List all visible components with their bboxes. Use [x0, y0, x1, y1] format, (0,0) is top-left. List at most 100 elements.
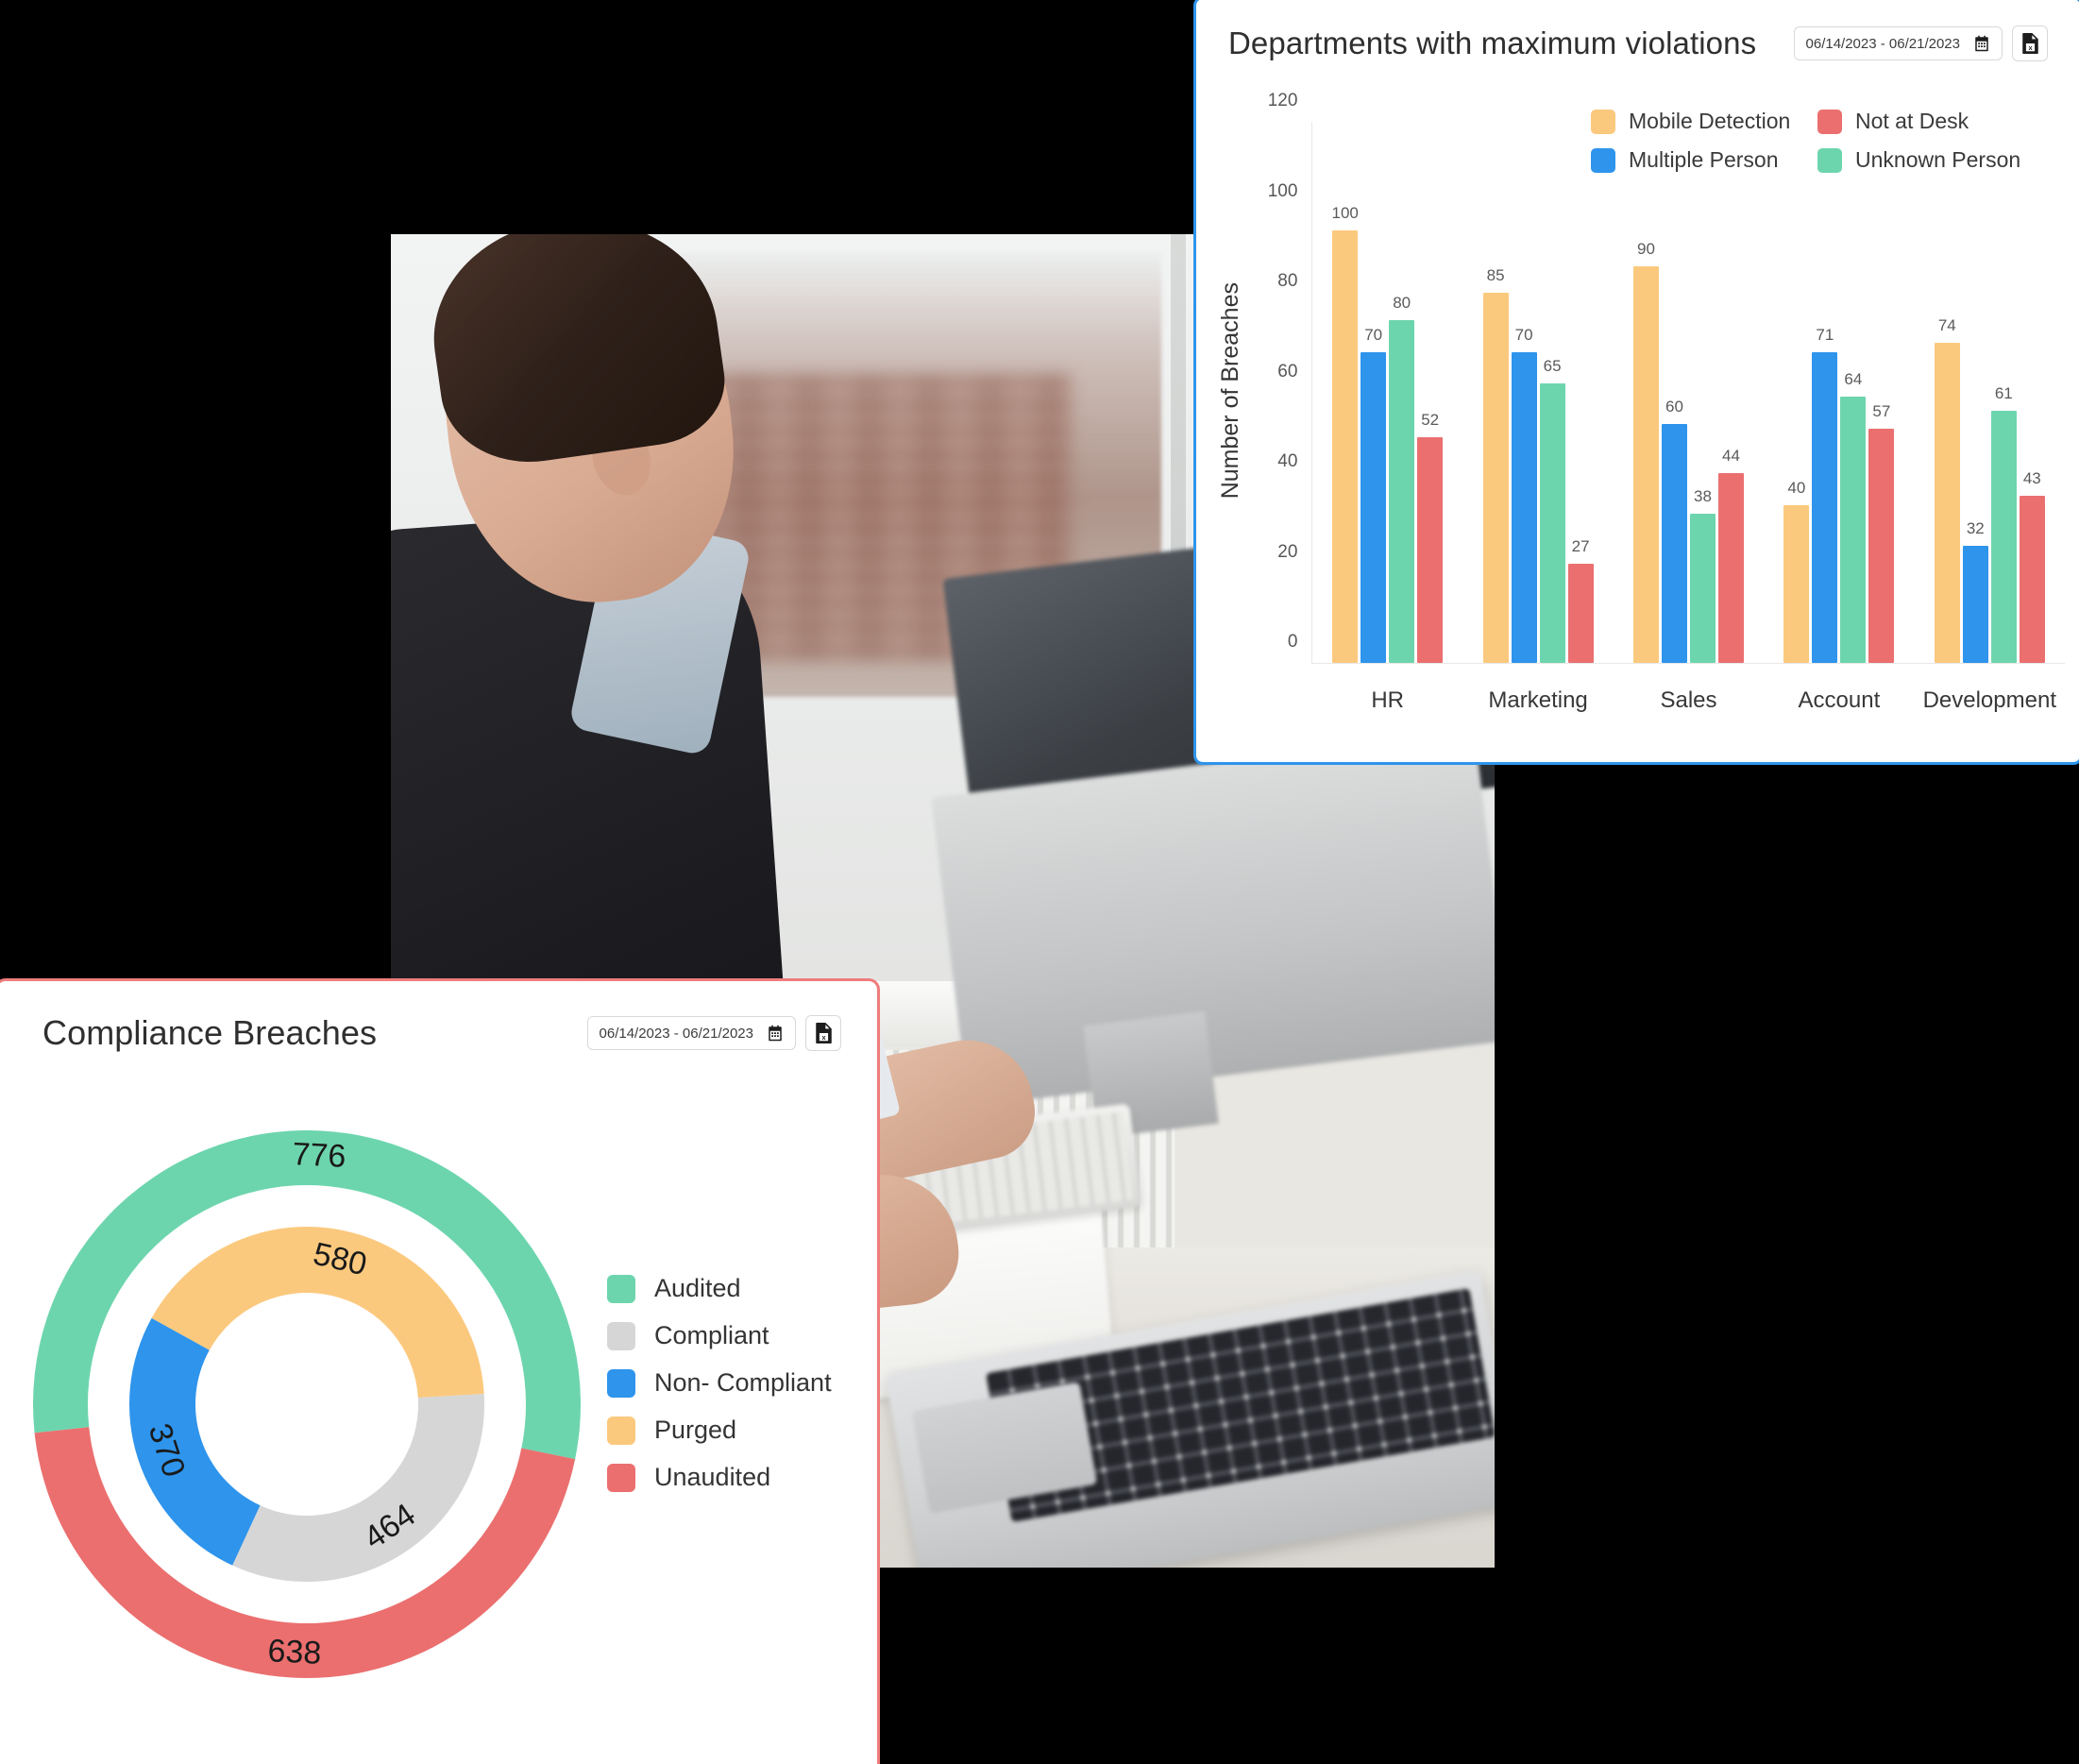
y-axis-title: Number of Breaches	[1217, 282, 1243, 500]
bar-column[interactable]: 64	[1840, 122, 1867, 663]
legend-item-audited[interactable]: Audited	[607, 1274, 832, 1303]
legend-item-non-compliant[interactable]: Non- Compliant	[607, 1368, 832, 1398]
bar-mobile-detection[interactable]	[1332, 229, 1359, 663]
legend-swatch	[607, 1463, 635, 1492]
bar-multiple-person[interactable]	[1962, 545, 1988, 663]
excel-export-button[interactable]: x	[2012, 25, 2048, 61]
excel-export-icon: x	[2021, 33, 2039, 54]
bar-not-at-desk[interactable]	[1717, 473, 1744, 663]
date-range-picker[interactable]: 06/14/2023 - 06/21/2023	[586, 1016, 796, 1050]
donut-value-label: 776	[291, 1136, 347, 1176]
screenshot-canvas: Departments with maximum violations 06/1…	[0, 0, 2079, 1764]
bar-value-label: 85	[1486, 266, 1505, 285]
bar-mobile-detection[interactable]	[1632, 265, 1659, 663]
bar-value-label: 61	[1994, 383, 2013, 402]
plot-area: 0 20 40 60 80 100 120 100 70 80 52 HR 85 70 65 27 Market…	[1268, 91, 2065, 713]
bar-value-label: 74	[1937, 315, 1956, 334]
bar-value-label: 65	[1543, 356, 1562, 375]
bar-unknown-person[interactable]	[1389, 320, 1415, 663]
bar-not-at-desk[interactable]	[1567, 563, 1594, 663]
panel-header: Compliance Breaches 06/14/2023 - 06/21/2…	[0, 981, 877, 1053]
bar-column[interactable]: 65	[1539, 122, 1565, 663]
bar-value-label: 44	[1722, 447, 1740, 466]
legend-swatch	[607, 1416, 635, 1445]
date-range-picker[interactable]: 06/14/2023 - 06/21/2023	[1793, 26, 2003, 60]
legend-label: Unaudited	[654, 1463, 771, 1491]
legend-swatch	[607, 1321, 635, 1350]
bar-column[interactable]: 100	[1332, 122, 1359, 663]
bar-column[interactable]: 80	[1389, 122, 1415, 663]
calendar-icon[interactable]	[767, 1025, 784, 1042]
donut-slice-compliant[interactable]	[232, 1394, 484, 1582]
date-range-value: 06/14/2023 - 06/21/2023	[1805, 35, 1960, 52]
legend-item-compliant[interactable]: Compliant	[607, 1321, 832, 1350]
compliance-breaches-panel: Compliance Breaches 06/14/2023 - 06/21/2…	[0, 978, 880, 1764]
bar-column[interactable]: 90	[1632, 122, 1659, 663]
bar-mobile-detection[interactable]	[1934, 342, 1960, 663]
legend-label: Compliant	[654, 1321, 769, 1349]
bar-column[interactable]: 71	[1812, 122, 1838, 663]
bar-unknown-person[interactable]	[1990, 410, 2017, 663]
bar-unknown-person[interactable]	[1840, 397, 1867, 663]
bar-column[interactable]: 74	[1934, 122, 1960, 663]
bar-group-sales: 90 60 38 44 Sales	[1614, 122, 1764, 713]
bar-column[interactable]: 43	[2019, 122, 2045, 663]
bar-group-development: 74 32 61 43 Development	[1915, 122, 2065, 713]
legend-label: Purged	[654, 1416, 737, 1444]
x-axis-tick-account: Account	[1798, 687, 1881, 713]
bar-column[interactable]: 60	[1661, 122, 1687, 663]
x-axis-tick-sales: Sales	[1660, 687, 1717, 713]
bar-value-label: 57	[1872, 401, 1891, 420]
bar-column[interactable]: 85	[1482, 122, 1509, 663]
bar-value-label: 80	[1393, 294, 1411, 313]
donut-chart-legend: Audited Compliant Non- Compliant Purged Unau…	[607, 1274, 832, 1492]
bar-column[interactable]: 27	[1567, 122, 1594, 663]
photo-monitor-body	[931, 730, 1495, 1108]
bar-column[interactable]: 70	[1511, 122, 1537, 663]
bar-not-at-desk[interactable]	[1868, 428, 1895, 663]
bar-value-label: 64	[1844, 370, 1863, 389]
panel-header: Departments with maximum violations 06/1…	[1196, 0, 2079, 61]
page-title: Compliance Breaches	[42, 1013, 378, 1052]
bar-column[interactable]: 32	[1962, 122, 1988, 663]
header-tools: 06/14/2023 - 06/21/2023 x	[586, 1015, 841, 1051]
y-axis-tick: 100	[1267, 180, 1298, 201]
x-axis-tick-hr: HR	[1371, 687, 1405, 713]
bar-column[interactable]: 52	[1417, 122, 1444, 663]
bar-value-label: 32	[1966, 518, 1985, 537]
x-axis-tick-marketing: Marketing	[1488, 687, 1588, 713]
bar-mobile-detection[interactable]	[1482, 293, 1509, 663]
bar-not-at-desk[interactable]	[2019, 496, 2045, 663]
bar-multiple-person[interactable]	[1511, 351, 1537, 663]
bar-mobile-detection[interactable]	[1783, 504, 1810, 663]
legend-label: Audited	[654, 1274, 741, 1302]
bar-value-label: 70	[1364, 325, 1383, 344]
bar-unknown-person[interactable]	[1539, 382, 1565, 663]
bar-value-label: 70	[1514, 325, 1533, 344]
bar-column[interactable]: 38	[1689, 122, 1716, 663]
bar-column[interactable]: 44	[1717, 122, 1744, 663]
bar-value-label: 38	[1694, 487, 1712, 506]
bar-multiple-person[interactable]	[1361, 351, 1387, 663]
bar-group-marketing: 85 70 65 27 Marketing	[1462, 122, 1613, 713]
y-axis-tick: 120	[1267, 91, 1298, 110]
bar-not-at-desk[interactable]	[1417, 437, 1444, 663]
bar-value-label: 27	[1571, 536, 1590, 555]
bar-column[interactable]: 40	[1783, 122, 1810, 663]
legend-item-unaudited[interactable]: Unaudited	[607, 1463, 832, 1492]
bar-unknown-person[interactable]	[1689, 514, 1716, 663]
bar-group-account: 40 71 64 57 Account	[1764, 122, 1914, 713]
bar-value-label: 71	[1816, 325, 1834, 344]
excel-export-button[interactable]: x	[805, 1015, 841, 1051]
y-axis-tick: 20	[1277, 541, 1298, 562]
bar-multiple-person[interactable]	[1812, 351, 1838, 663]
calendar-icon[interactable]	[1973, 35, 1990, 52]
donut-chart-body: 776 638 580 464 370 Audited Compliant Non- Com…	[0, 1113, 877, 1764]
legend-item-purged[interactable]: Purged	[607, 1416, 832, 1445]
bar-column[interactable]: 57	[1868, 122, 1895, 663]
bar-column[interactable]: 61	[1990, 122, 2017, 663]
bar-multiple-person[interactable]	[1661, 423, 1687, 663]
donut-slice-audited[interactable]	[33, 1130, 581, 1460]
bar-value-label: 43	[2022, 469, 2041, 488]
bar-column[interactable]: 70	[1361, 122, 1387, 663]
